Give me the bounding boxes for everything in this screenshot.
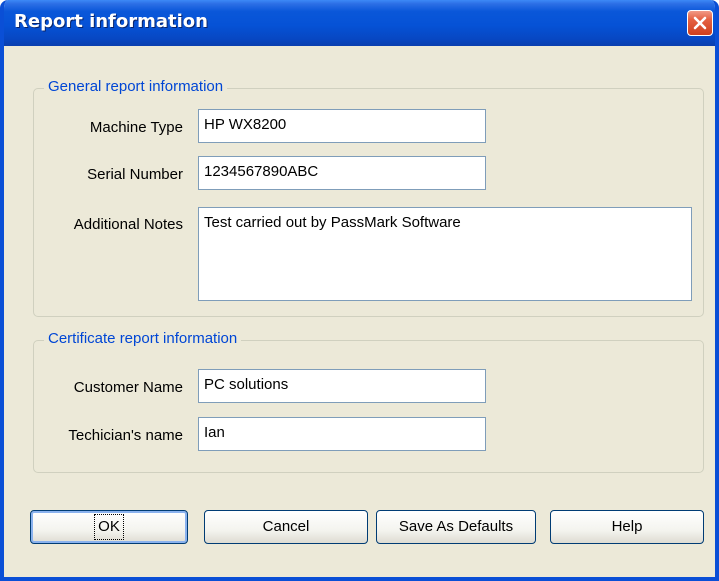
machine-type-input[interactable]: HP WX8200 — [198, 109, 486, 143]
help-button[interactable]: Help — [550, 510, 704, 544]
additional-notes-textarea[interactable]: Test carried out by PassMark Software — [198, 207, 692, 301]
customer-name-label: Customer Name — [73, 379, 183, 396]
additional-notes-label: Additional Notes — [73, 216, 183, 233]
save-as-defaults-button-label: Save As Defaults — [398, 518, 514, 535]
ok-button-label: OK — [94, 514, 124, 540]
report-information-dialog: Report information General report inform… — [0, 0, 719, 581]
serial-number-label: Serial Number — [87, 166, 183, 183]
technician-name-label: Techician's name — [68, 427, 183, 444]
serial-number-input[interactable]: 1234567890ABC — [198, 156, 486, 190]
general-report-legend: General report information — [44, 78, 228, 95]
close-button[interactable] — [687, 10, 713, 36]
close-icon — [688, 11, 712, 35]
customer-name-input[interactable]: PC solutions — [198, 369, 486, 403]
ok-button[interactable]: OK — [30, 510, 188, 544]
machine-type-label: Machine Type — [89, 119, 183, 136]
cancel-button[interactable]: Cancel — [204, 510, 368, 544]
title-bar[interactable]: Report information — [4, 0, 715, 46]
certificate-report-group: Certificate report information — [33, 330, 704, 473]
certificate-report-legend: Certificate report information — [44, 330, 242, 347]
help-button-label: Help — [611, 518, 643, 535]
technician-name-input[interactable]: Ian — [198, 417, 486, 451]
cancel-button-label: Cancel — [262, 518, 310, 535]
window-title: Report information — [14, 11, 208, 32]
save-as-defaults-button[interactable]: Save As Defaults — [376, 510, 536, 544]
